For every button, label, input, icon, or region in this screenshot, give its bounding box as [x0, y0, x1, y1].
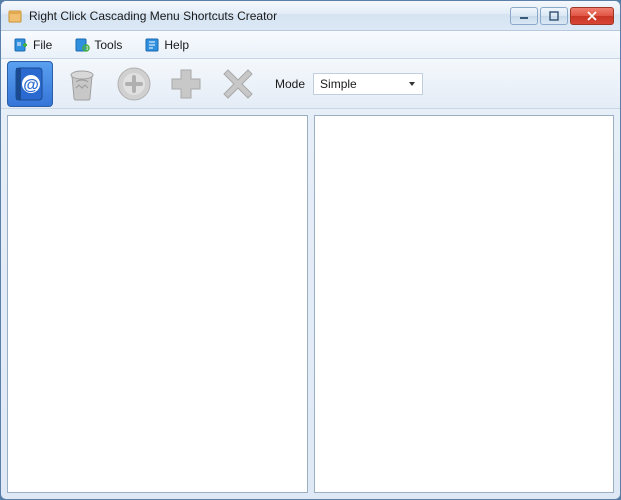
window-title: Right Click Cascading Menu Shortcuts Cre…: [29, 9, 510, 23]
right-panel[interactable]: [314, 115, 615, 493]
mode-label: Mode: [275, 77, 305, 91]
content-area: [1, 109, 620, 499]
minimize-icon: [519, 11, 529, 21]
file-icon: [13, 37, 29, 53]
window-controls: [510, 7, 614, 25]
toolbar: @ Mode: [1, 59, 620, 109]
delete-x-button[interactable]: [215, 61, 261, 107]
menubar: File Tools Help: [1, 31, 620, 59]
left-panel[interactable]: [7, 115, 308, 493]
tools-icon: [74, 37, 90, 53]
maximize-button[interactable]: [540, 7, 568, 25]
menu-tools-label: Tools: [94, 38, 122, 52]
add-circle-icon: [114, 64, 154, 104]
maximize-icon: [549, 11, 559, 21]
address-book-button[interactable]: @: [7, 61, 53, 107]
close-button[interactable]: [570, 7, 614, 25]
trash-icon: [62, 64, 102, 104]
chevron-down-icon: [408, 80, 416, 88]
trash-button[interactable]: [59, 61, 105, 107]
mode-select-value: Simple: [320, 77, 357, 91]
x-icon: [218, 64, 258, 104]
menu-help[interactable]: Help: [140, 35, 193, 55]
menu-file-label: File: [33, 38, 52, 52]
menu-tools[interactable]: Tools: [70, 35, 126, 55]
help-icon: [144, 37, 160, 53]
menu-file[interactable]: File: [9, 35, 56, 55]
close-icon: [587, 11, 597, 21]
add-circle-button[interactable]: [111, 61, 157, 107]
app-window: Right Click Cascading Menu Shortcuts Cre…: [0, 0, 621, 500]
address-book-icon: @: [10, 64, 50, 104]
svg-text:@: @: [23, 77, 39, 94]
add-plus-button[interactable]: [163, 61, 209, 107]
menu-help-label: Help: [164, 38, 189, 52]
app-icon: [7, 8, 23, 24]
titlebar: Right Click Cascading Menu Shortcuts Cre…: [1, 1, 620, 31]
plus-icon: [166, 64, 206, 104]
mode-area: Mode Simple: [275, 73, 423, 95]
mode-select[interactable]: Simple: [313, 73, 423, 95]
minimize-button[interactable]: [510, 7, 538, 25]
